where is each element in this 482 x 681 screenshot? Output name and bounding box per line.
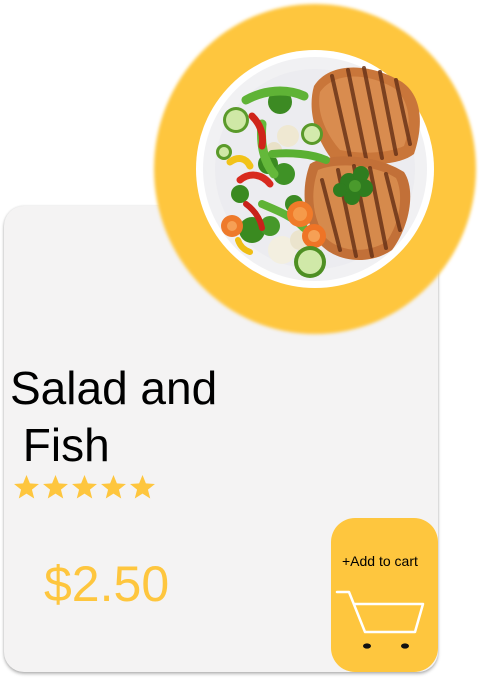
add-to-cart-label: +Add to cart xyxy=(342,553,418,569)
food-plate-image xyxy=(196,50,434,288)
product-card-stage: Salad and Fish $2.50 +Add to cart xyxy=(0,0,482,681)
star-icon xyxy=(72,475,97,499)
product-price: $2.50 xyxy=(44,556,170,612)
grilled-fish-upper xyxy=(311,66,420,165)
star-icon xyxy=(130,475,155,499)
star-icon xyxy=(14,475,39,499)
star-rating xyxy=(12,472,157,504)
star-icon xyxy=(43,475,68,499)
product-title: Salad and Fish xyxy=(10,362,218,471)
star-icon xyxy=(101,475,126,499)
add-to-cart-button[interactable]: +Add to cart xyxy=(331,518,438,672)
shopping-cart-icon xyxy=(335,590,425,649)
